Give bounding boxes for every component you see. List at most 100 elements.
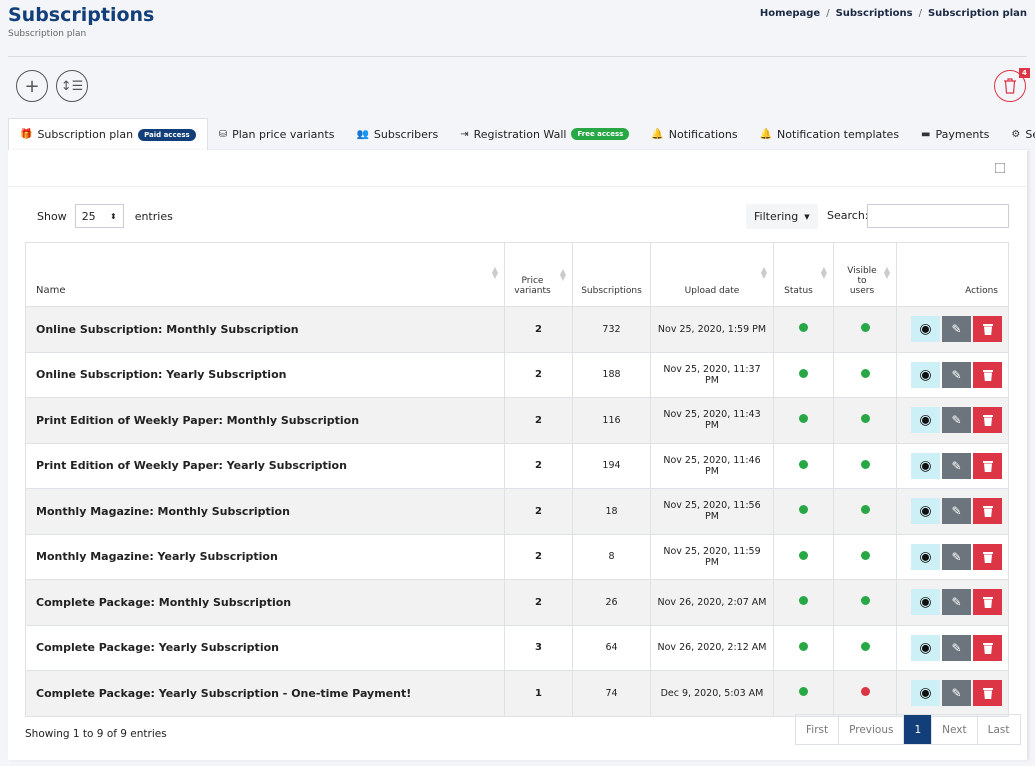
- delete-button[interactable]: [973, 361, 1002, 388]
- view-button[interactable]: ◉: [911, 407, 940, 434]
- edit-button[interactable]: ✎: [942, 498, 971, 525]
- trash-icon: [982, 506, 993, 518]
- cell-subscriptions: 116: [572, 397, 651, 444]
- tab-registration-wall[interactable]: ⇥ Registration Wall Free access: [449, 118, 640, 150]
- view-button[interactable]: ◉: [911, 452, 940, 479]
- edit-icon: ✎: [951, 367, 962, 382]
- col-name[interactable]: Name ▲ ▼: [25, 242, 505, 307]
- filtering-dropdown[interactable]: Filtering ▼: [746, 204, 818, 229]
- visible-dot: [860, 687, 870, 697]
- eye-icon: ◉: [919, 457, 932, 474]
- col-status[interactable]: Status ▲ ▼: [773, 242, 834, 307]
- cell-price-variants: 2: [504, 579, 573, 626]
- col-price-variants[interactable]: Price variants ▲ ▼: [504, 242, 573, 307]
- edit-button[interactable]: ✎: [942, 452, 971, 479]
- tab-payments[interactable]: ▬ Payments: [910, 118, 1000, 150]
- view-button[interactable]: ◉: [911, 361, 940, 388]
- tab-badge: Free access: [571, 128, 630, 140]
- cell-price-variants: 2: [504, 442, 573, 489]
- search-label: Search:: [827, 209, 869, 222]
- entries-value: 25: [81, 209, 96, 223]
- tab-subscription-plan[interactable]: 🎁 Subscription plan Paid access: [8, 118, 208, 150]
- cell-visible: [833, 533, 897, 580]
- breadcrumb-subscriptions[interactable]: Subscriptions: [836, 8, 913, 19]
- tab-notification-templates[interactable]: 🔔 Notification templates: [749, 118, 910, 150]
- cell-name: Complete Package: Yearly Subscription: [25, 624, 505, 671]
- delete-button[interactable]: [973, 543, 1002, 570]
- col-label: Actions: [965, 286, 998, 296]
- page-1[interactable]: 1: [903, 715, 932, 744]
- cell-status: [773, 670, 834, 717]
- view-button[interactable]: ◉: [911, 589, 940, 616]
- show-label: Show: [37, 209, 67, 223]
- cell-status: [773, 533, 834, 580]
- edit-button[interactable]: ✎: [942, 361, 971, 388]
- edit-button[interactable]: ✎: [942, 543, 971, 570]
- users-icon: 👥: [356, 128, 369, 140]
- view-button[interactable]: ◉: [911, 634, 940, 661]
- cell-name: Print Edition of Weekly Paper: Yearly Su…: [25, 442, 505, 489]
- view-button[interactable]: ◉: [911, 316, 940, 343]
- page-previous[interactable]: Previous: [838, 715, 903, 744]
- visible-dot: [860, 414, 870, 424]
- cell-status: [773, 442, 834, 489]
- sort-icon: ▲ ▼: [820, 265, 827, 280]
- reorder-button[interactable]: ↕☰: [56, 70, 88, 102]
- search-input[interactable]: [867, 204, 1009, 228]
- edit-button[interactable]: ✎: [942, 634, 971, 661]
- view-button[interactable]: ◉: [911, 680, 940, 707]
- content-card: Show 25 ⬍ entries Filtering ▼ Search: Name…: [8, 150, 1027, 760]
- col-subscriptions[interactable]: Subscriptions: [572, 242, 651, 307]
- page-last[interactable]: Last: [976, 715, 1020, 744]
- table-row: Monthly Magazine: Monthly Subscription 2…: [25, 488, 1009, 535]
- cell-price-variants: 2: [504, 488, 573, 535]
- add-button[interactable]: +: [16, 70, 48, 102]
- cell-actions: ◉ ✎: [896, 306, 1009, 353]
- eye-icon: ◉: [919, 366, 932, 383]
- status-dot: [799, 641, 808, 651]
- breadcrumb-homepage[interactable]: Homepage: [760, 8, 820, 19]
- tab-subscribers[interactable]: 👥 Subscribers: [345, 118, 449, 150]
- tab-plan-price-variants[interactable]: ⛁ Plan price variants: [208, 118, 346, 150]
- tab-settings[interactable]: ⚙ Settings: [1000, 118, 1035, 150]
- cell-upload-date: Nov 25, 2020, 11:56 PM: [650, 488, 774, 535]
- view-button[interactable]: ◉: [911, 498, 940, 525]
- edit-button[interactable]: ✎: [942, 316, 971, 343]
- delete-button[interactable]: [973, 498, 1002, 525]
- cell-visible: [833, 670, 897, 717]
- table-row: Complete Package: Monthly Subscription 2…: [25, 579, 1009, 626]
- delete-button[interactable]: [973, 634, 1002, 661]
- card-header: [8, 150, 1027, 187]
- tab-notifications[interactable]: 🔔 Notifications: [640, 118, 748, 150]
- delete-button[interactable]: [973, 452, 1002, 479]
- filtering-label: Filtering: [754, 210, 799, 223]
- status-dot: [799, 459, 808, 469]
- delete-button[interactable]: [973, 680, 1002, 707]
- edit-button[interactable]: ✎: [942, 680, 971, 707]
- view-button[interactable]: ◉: [911, 543, 940, 570]
- delete-button[interactable]: [973, 316, 1002, 343]
- page-title: Subscriptions: [8, 4, 155, 26]
- edit-button[interactable]: ✎: [942, 407, 971, 434]
- updown-icon: ⬍: [109, 211, 117, 221]
- cell-actions: ◉ ✎: [896, 624, 1009, 671]
- page-first[interactable]: First: [796, 715, 838, 744]
- cell-name: Print Edition of Weekly Paper: Monthly S…: [25, 397, 505, 444]
- credit-card-icon: ▬: [921, 128, 931, 140]
- divider: [8, 56, 1027, 57]
- sort-icon: ▲ ▼: [491, 265, 498, 280]
- cell-visible: [833, 579, 897, 626]
- delete-button[interactable]: [973, 407, 1002, 434]
- delete-button[interactable]: [973, 589, 1002, 616]
- entries-select[interactable]: 25 ⬍: [74, 204, 124, 228]
- fullscreen-icon[interactable]: [995, 163, 1005, 173]
- cell-subscriptions: 732: [572, 306, 651, 353]
- col-upload-date[interactable]: Upload date ▲ ▼: [650, 242, 774, 307]
- cell-subscriptions: 18: [572, 488, 651, 535]
- cell-name: Online Subscription: Monthly Subscriptio…: [25, 306, 505, 353]
- page-next[interactable]: Next: [931, 715, 976, 744]
- cell-price-variants: 1: [504, 670, 573, 717]
- edit-button[interactable]: ✎: [942, 589, 971, 616]
- col-visible[interactable]: Visible to users ▲ ▼: [833, 242, 897, 307]
- cell-visible: [833, 306, 897, 353]
